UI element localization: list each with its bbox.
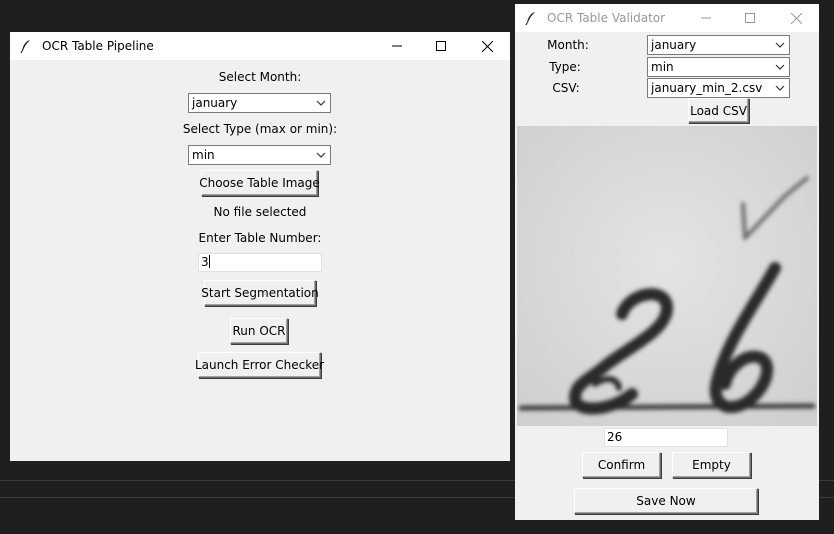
close-button[interactable] — [773, 4, 819, 32]
cell-value-input[interactable]: 26 — [604, 428, 728, 447]
minimize-button[interactable] — [683, 4, 729, 32]
choose-table-image-button[interactable]: Choose Table Image — [199, 170, 320, 196]
minimize-icon — [392, 45, 402, 47]
validator-csv-label: CSV: — [552, 81, 580, 95]
table-number-input[interactable]: 3 — [198, 253, 322, 272]
validator-type-label: Type: — [549, 60, 581, 74]
validator-month-value: january — [651, 38, 697, 52]
chevron-down-icon — [775, 85, 785, 91]
maximize-icon — [436, 41, 446, 51]
empty-button[interactable]: Empty — [672, 452, 751, 478]
chevron-down-icon — [775, 64, 785, 70]
feather-icon — [525, 12, 535, 25]
close-button[interactable] — [464, 32, 510, 60]
table-number-label: Enter Table Number: — [198, 231, 322, 245]
cell-value-text: 26 — [607, 430, 623, 444]
validator-type-value: min — [651, 60, 674, 74]
table-number-value: 3 — [201, 255, 209, 269]
validator-window: OCR Table Validator Month: january Type:… — [515, 4, 819, 520]
save-now-button[interactable]: Save Now — [574, 488, 758, 514]
csv-combobox-value: january_min_2.csv — [651, 81, 763, 95]
text-caret — [208, 255, 210, 268]
csv-combobox[interactable]: january_min_2.csv — [647, 78, 790, 98]
select-type-label: Select Type (max or min): — [182, 122, 338, 136]
chevron-down-icon — [316, 152, 326, 158]
type-combobox[interactable]: min — [188, 145, 331, 165]
maximize-button[interactable] — [418, 32, 464, 60]
validator-month-combobox[interactable]: january — [647, 35, 790, 55]
pipeline-window: OCR Table Pipeline Select Month: january… — [10, 32, 510, 461]
month-combobox[interactable]: january — [188, 93, 331, 113]
minimize-icon — [701, 17, 711, 19]
launch-error-checker-button[interactable]: Launch Error Checker — [195, 352, 324, 378]
month-combobox-value: january — [192, 96, 238, 110]
chevron-down-icon — [775, 42, 785, 48]
validator-month-label: Month: — [547, 38, 589, 52]
start-segmentation-button[interactable]: Start Segmentation — [201, 280, 319, 306]
ocr-cell-image — [517, 126, 817, 426]
chevron-down-icon — [316, 100, 326, 106]
validator-title: OCR Table Validator — [547, 11, 666, 25]
feather-icon — [20, 40, 30, 53]
pipeline-title: OCR Table Pipeline — [42, 39, 154, 53]
file-status-label: No file selected — [213, 205, 307, 219]
validator-type-combobox[interactable]: min — [647, 57, 790, 77]
type-combobox-value: min — [192, 148, 215, 162]
minimize-button[interactable] — [374, 32, 420, 60]
select-month-label: Select Month: — [218, 70, 302, 84]
confirm-button[interactable]: Confirm — [582, 452, 661, 478]
maximize-button[interactable] — [727, 4, 773, 32]
run-ocr-button[interactable]: Run OCR — [230, 318, 288, 344]
maximize-icon — [745, 13, 755, 23]
load-csv-button[interactable]: Load CSV — [688, 98, 749, 123]
close-icon — [790, 12, 802, 24]
handwritten-digits-scan — [517, 126, 817, 426]
close-icon — [481, 40, 493, 52]
